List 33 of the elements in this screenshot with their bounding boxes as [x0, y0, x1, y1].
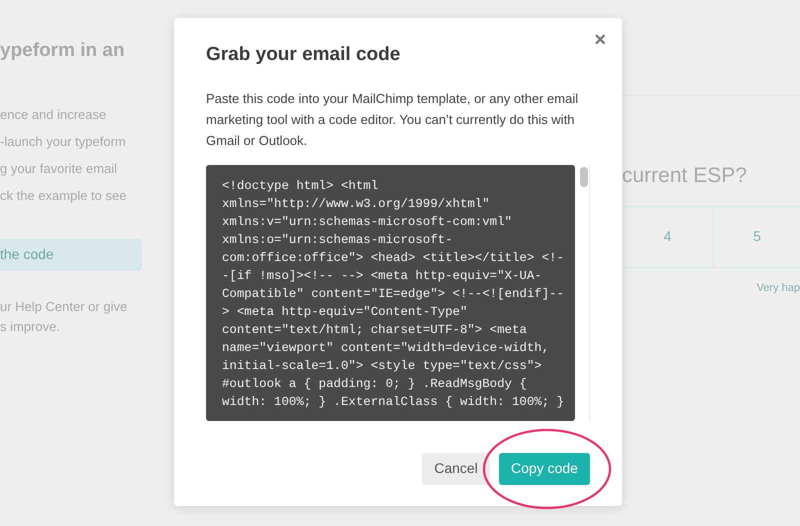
- help-center-link[interactable]: Help Center: [15, 298, 85, 314]
- intro-text: -launch your typeform: [0, 132, 127, 151]
- help-text: ur: [0, 298, 13, 314]
- code-line: xmlns:v="urn:schemas-microsoft-com:vml": [222, 214, 513, 231]
- cancel-button[interactable]: Cancel: [422, 452, 490, 485]
- rating-option[interactable]: 5: [714, 206, 800, 266]
- code-line: #outlook a { padding: 0; } .ReadMsgBody {: [222, 376, 528, 393]
- feedback-link[interactable]: give: [103, 298, 128, 314]
- code-line: width: 100%; } .ExternalClass { width: 100%; }: [222, 394, 566, 411]
- code-line: com:office:office"> <head> <title></title> <!-: [222, 250, 566, 267]
- help-text: or: [88, 298, 100, 314]
- scale-label: Very hap: [756, 280, 800, 296]
- code-line: > <meta http-equiv="Content-Type": [222, 304, 468, 321]
- code-line: name="viewport" content="width=device-width,: [222, 340, 550, 357]
- close-button[interactable]: ×: [590, 26, 610, 54]
- intro-text: ence and increase: [0, 106, 108, 124]
- question-text: current ESP?: [622, 163, 748, 189]
- scrollbar[interactable]: [579, 164, 590, 421]
- modal-description: Paste this code into your MailChimp template, or any other email marketing tool with a code editor. You can’t currently do this with Gmail or Outlook.: [206, 90, 580, 150]
- page-heading: ypeform in an: [0, 40, 126, 63]
- code-line: initial-scale=1.0"> <style type="text/css">: [222, 358, 543, 375]
- help-text: s improve.: [0, 318, 61, 336]
- modal-title: Grab your email code: [206, 43, 402, 67]
- intro-text: ck the example to see: [0, 186, 128, 205]
- code-line: Compatible" content="IE=edge"> <!--<![endif]--: [222, 286, 566, 303]
- intro-text: g your favorite email: [0, 160, 118, 178]
- code-line: content="text/html; charset=UTF-8"> <meta: [222, 322, 528, 339]
- code-line: -[if !mso]><!-- --> <meta http-equiv="X-UA-: [222, 268, 543, 285]
- copy-code-button[interactable]: Copy code: [499, 452, 590, 485]
- get-code-button[interactable]: the code: [0, 238, 142, 271]
- code-line: xmlns="http://www.w3.org/1999/xhtml": [222, 196, 491, 213]
- code-line: <!doctype html> <html: [222, 178, 380, 195]
- code-line: xmlns:o="urn:schemas-microsoft-: [222, 232, 454, 249]
